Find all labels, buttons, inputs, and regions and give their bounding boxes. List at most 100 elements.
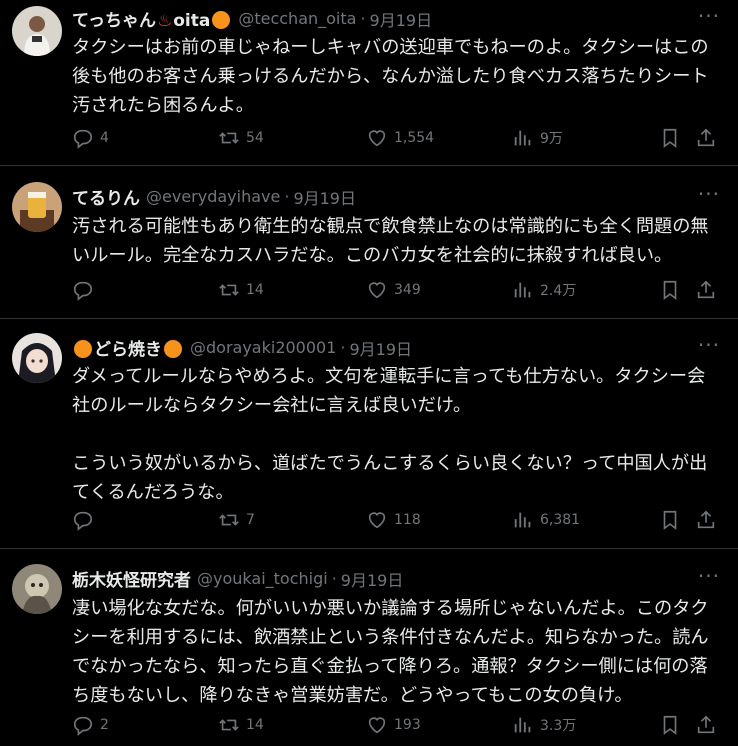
retweet-count: 14 xyxy=(246,717,264,733)
heart-icon xyxy=(368,512,386,529)
bookmark-icon xyxy=(663,715,677,735)
reply-button[interactable] xyxy=(72,279,94,301)
orange-circle-emoji xyxy=(212,11,231,29)
handle[interactable]: @dorayaki200001 xyxy=(190,338,336,357)
views-icon xyxy=(514,717,531,733)
hot-spring-emoji: ♨ xyxy=(156,11,173,31)
reply-count: 2 xyxy=(100,717,109,733)
bookmark-icon xyxy=(663,128,677,148)
tweet[interactable]: どら焼き @dorayaki200001 · 9月19日 ··· ダメってルール… xyxy=(0,319,738,549)
views-icon xyxy=(514,512,531,528)
views-icon xyxy=(514,282,531,298)
views-button[interactable]: 3.3万 xyxy=(512,714,576,736)
bookmark-button[interactable] xyxy=(659,127,681,149)
handle[interactable]: @everydayihave xyxy=(146,187,280,206)
timestamp[interactable]: 9月19日 xyxy=(341,567,404,591)
retweet-count: 54 xyxy=(246,130,264,146)
bookmark-button[interactable] xyxy=(659,714,681,736)
action-bar: 7 118 6,381 xyxy=(72,509,720,533)
share-button[interactable] xyxy=(695,127,717,149)
tweet-text: 汚される可能性もあり衛生的な観点で飲食禁止なのは常識的にも全く問題の無いルール。… xyxy=(72,216,709,266)
timestamp[interactable]: 9月19日 xyxy=(293,185,356,209)
views-button[interactable]: 2.4万 xyxy=(512,279,576,301)
like-count: 193 xyxy=(394,717,421,733)
share-icon xyxy=(697,128,715,147)
action-bar: 14 349 2.4万 xyxy=(72,279,720,303)
view-count: 9万 xyxy=(540,131,563,147)
retweet-button[interactable]: 14 xyxy=(218,714,264,736)
views-button[interactable]: 9万 xyxy=(512,127,563,149)
like-count: 118 xyxy=(394,512,421,528)
share-icon xyxy=(697,280,715,299)
reply-button[interactable]: 2 xyxy=(72,714,109,736)
view-count: 2.4万 xyxy=(540,283,577,299)
retweet-icon xyxy=(219,284,239,296)
like-button[interactable]: 349 xyxy=(366,279,421,301)
action-bar: 4 54 1,554 9万 xyxy=(72,127,720,151)
timestamp[interactable]: 9月19日 xyxy=(349,336,412,360)
like-button[interactable]: 193 xyxy=(366,714,421,736)
views-icon xyxy=(514,130,531,146)
share-button[interactable] xyxy=(695,509,717,531)
like-button[interactable]: 1,554 xyxy=(366,127,434,149)
retweet-count: 14 xyxy=(246,282,264,298)
reply-icon xyxy=(73,511,93,531)
view-count: 3.3万 xyxy=(540,718,577,734)
tweet-text: ダメってルールならやめろよ。文句を運転手に言っても仕方ない。タクシー会社のルール… xyxy=(72,366,708,503)
share-button[interactable] xyxy=(695,279,717,301)
avatar[interactable] xyxy=(12,6,62,56)
retweet-icon xyxy=(219,719,239,731)
reply-icon xyxy=(73,716,93,736)
like-button[interactable]: 118 xyxy=(366,509,421,531)
retweet-button[interactable]: 7 xyxy=(218,509,255,531)
separator: · xyxy=(284,187,290,206)
retweet-button[interactable]: 14 xyxy=(218,279,264,301)
share-icon xyxy=(697,715,715,734)
more-dots-icon[interactable]: ··· xyxy=(698,564,720,588)
heart-icon xyxy=(368,717,386,734)
more-dots-icon[interactable]: ··· xyxy=(698,4,720,28)
retweet-icon xyxy=(219,132,239,144)
share-icon xyxy=(697,510,715,529)
share-button[interactable] xyxy=(695,714,717,736)
display-name[interactable]: てっちゃん♨oita xyxy=(72,6,232,31)
reply-button[interactable]: 4 xyxy=(72,127,109,149)
handle[interactable]: @tecchan_oita xyxy=(238,9,356,28)
orange-circle-emoji xyxy=(164,340,182,358)
bookmark-icon xyxy=(663,280,677,300)
views-button[interactable]: 6,381 xyxy=(512,509,580,531)
reply-button[interactable] xyxy=(72,509,94,531)
retweet-icon xyxy=(219,514,239,526)
reply-icon xyxy=(73,129,93,149)
heart-icon xyxy=(368,282,386,299)
bookmark-button[interactable] xyxy=(659,279,681,301)
separator: · xyxy=(331,569,337,588)
display-name[interactable]: てるりん xyxy=(72,184,140,209)
tweet[interactable]: てるりん @everydayihave · 9月19日 ··· 汚される可能性も… xyxy=(0,166,738,319)
timestamp[interactable]: 9月19日 xyxy=(370,7,433,31)
more-dots-icon[interactable]: ··· xyxy=(698,333,720,357)
avatar[interactable] xyxy=(12,564,62,614)
display-name[interactable]: どら焼き xyxy=(72,335,184,360)
bookmark-icon xyxy=(663,510,677,530)
tweet[interactable]: てっちゃん♨oita @tecchan_oita · 9月19日 ··· タクシ… xyxy=(0,0,738,166)
tweet[interactable]: 栃木妖怪研究者 @youkai_tochigi · 9月19日 ··· 凄い場化… xyxy=(0,549,738,746)
tweet-text: 凄い場化な女だな。何がいいか悪いか議論する場所じゃないんだよ。このタクシーを利用… xyxy=(72,598,709,706)
separator: · xyxy=(340,338,346,357)
handle[interactable]: @youkai_tochigi xyxy=(197,569,328,588)
like-count: 1,554 xyxy=(394,130,435,146)
reply-count: 4 xyxy=(100,130,109,146)
bookmark-button[interactable] xyxy=(659,509,681,531)
separator: · xyxy=(360,9,366,28)
display-name[interactable]: 栃木妖怪研究者 xyxy=(72,566,191,591)
avatar[interactable] xyxy=(12,333,62,383)
retweet-count: 7 xyxy=(246,512,255,528)
orange-circle-emoji xyxy=(74,340,92,358)
more-dots-icon[interactable]: ··· xyxy=(698,182,720,206)
like-count: 349 xyxy=(394,282,421,298)
avatar[interactable] xyxy=(12,182,62,232)
view-count: 6,381 xyxy=(540,512,581,528)
retweet-button[interactable]: 54 xyxy=(218,127,264,149)
heart-icon xyxy=(368,130,386,147)
action-bar: 2 14 193 3.3万 xyxy=(72,714,720,738)
